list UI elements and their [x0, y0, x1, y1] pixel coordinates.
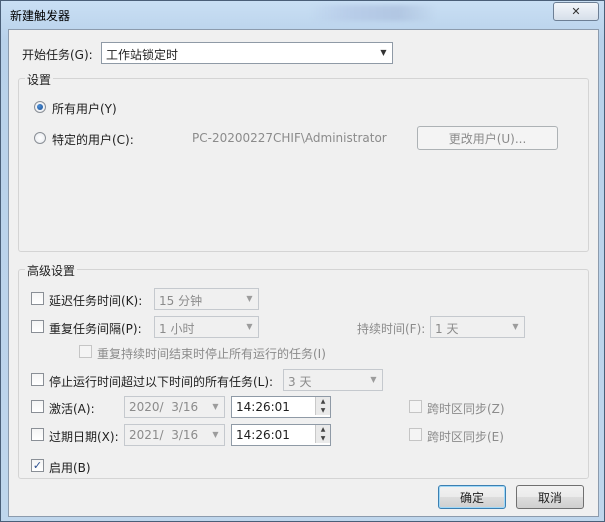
expire-label[interactable]: 过期日期(X):: [49, 428, 119, 445]
advanced-group-title: 高级设置: [25, 262, 78, 279]
chevron-down-icon: ▼: [212, 401, 219, 411]
delay-label[interactable]: 延迟任务时间(K):: [49, 292, 142, 309]
stop-longer-label[interactable]: 停止运行时间超过以下时间的所有任务(L):: [49, 373, 273, 390]
start-task-select[interactable]: 工作站锁定时 ▼: [101, 42, 393, 64]
stop-running-checkbox[interactable]: [79, 345, 92, 358]
stop-running-label[interactable]: 重复持续时间结束时停止所有运行的任务(I): [97, 345, 326, 362]
duration-select[interactable]: 1 天 ▼: [430, 316, 525, 338]
activate-date-value: 2020/ 3/16: [129, 400, 199, 414]
duration-label: 持续时间(F):: [357, 322, 426, 336]
duration-value: 1 天: [435, 322, 459, 336]
settings-group-title: 设置: [25, 71, 54, 88]
activate-time-spinner[interactable]: 14:26:01 ▲ ▼: [231, 396, 331, 418]
spin-down-icon[interactable]: ▼: [315, 406, 330, 415]
expire-sync-checkbox[interactable]: [409, 428, 422, 441]
expire-time-value: 14:26:01: [236, 428, 290, 442]
repeat-value: 1 小时: [159, 322, 195, 336]
change-user-button[interactable]: 更改用户(U)...: [417, 126, 558, 150]
chevron-down-icon: ▼: [370, 374, 377, 384]
activate-checkbox[interactable]: [31, 400, 44, 413]
chevron-down-icon: ▼: [246, 293, 253, 303]
expire-sync-label[interactable]: 跨时区同步(E): [427, 428, 504, 445]
cancel-button[interactable]: 取消: [516, 485, 584, 509]
activate-label[interactable]: 激活(A):: [49, 400, 95, 417]
spin-up-icon[interactable]: ▲: [315, 397, 330, 406]
ok-button-label: 确定: [459, 490, 484, 505]
stop-longer-checkbox[interactable]: [31, 373, 44, 386]
enabled-checkbox[interactable]: ✓: [31, 459, 44, 472]
specific-user-label[interactable]: 特定的用户(C):: [52, 131, 134, 148]
chevron-down-icon: ▼: [380, 47, 387, 57]
delay-value: 15 分钟: [159, 294, 203, 308]
activate-sync-label[interactable]: 跨时区同步(Z): [427, 400, 505, 417]
enabled-label[interactable]: 启用(B): [49, 459, 91, 476]
close-icon: ✕: [571, 5, 581, 18]
spin-up-icon[interactable]: ▲: [315, 425, 330, 434]
repeat-label[interactable]: 重复任务间隔(P):: [49, 320, 142, 337]
activate-time-value: 14:26:01: [236, 400, 290, 414]
dialog-client: 开始任务(G): 工作站锁定时 ▼ 设置 所有用户(Y) 特定的用户(C): P…: [8, 29, 599, 517]
title-bar[interactable]: 新建触发器 ✕: [1, 1, 604, 29]
close-button[interactable]: ✕: [553, 2, 599, 21]
ok-button[interactable]: 确定: [438, 485, 506, 509]
delay-checkbox[interactable]: [31, 292, 44, 305]
expire-date-picker[interactable]: 2021/ 3/16 ▼: [124, 424, 225, 446]
start-task-value: 工作站锁定时: [106, 48, 179, 62]
user-value: PC-20200227CHIF\Administrator: [192, 131, 387, 145]
all-users-label[interactable]: 所有用户(Y): [52, 100, 117, 117]
repeat-select[interactable]: 1 小时 ▼: [154, 316, 259, 338]
change-user-button-label: 更改用户(U)...: [448, 131, 527, 146]
stop-longer-value: 3 天: [288, 375, 312, 389]
chevron-down-icon: ▼: [512, 321, 519, 331]
chevron-down-icon: ▼: [246, 321, 253, 331]
start-task-label: 开始任务(G):: [22, 48, 93, 62]
specific-user-radio[interactable]: [34, 132, 46, 144]
activate-sync-checkbox[interactable]: [409, 400, 422, 413]
window-title: 新建触发器: [10, 9, 71, 23]
expire-time-spinner[interactable]: 14:26:01 ▲ ▼: [231, 424, 331, 446]
chevron-down-icon: ▼: [212, 429, 219, 439]
background-window-title: [309, 5, 437, 21]
cancel-button-label: 取消: [537, 490, 562, 505]
activate-date-picker[interactable]: 2020/ 3/16 ▼: [124, 396, 225, 418]
expire-checkbox[interactable]: [31, 428, 44, 441]
repeat-checkbox[interactable]: [31, 320, 44, 333]
stop-longer-select[interactable]: 3 天 ▼: [283, 369, 383, 391]
dialog-window: 新建触发器 ✕ 开始任务(G): 工作站锁定时 ▼ 设置 所有用户(Y) 特定的…: [0, 0, 605, 522]
expire-date-value: 2021/ 3/16: [129, 428, 199, 442]
all-users-radio[interactable]: [34, 101, 46, 113]
checkmark-icon: ✓: [32, 459, 43, 472]
delay-select[interactable]: 15 分钟 ▼: [154, 288, 259, 310]
spin-down-icon[interactable]: ▼: [315, 434, 330, 443]
